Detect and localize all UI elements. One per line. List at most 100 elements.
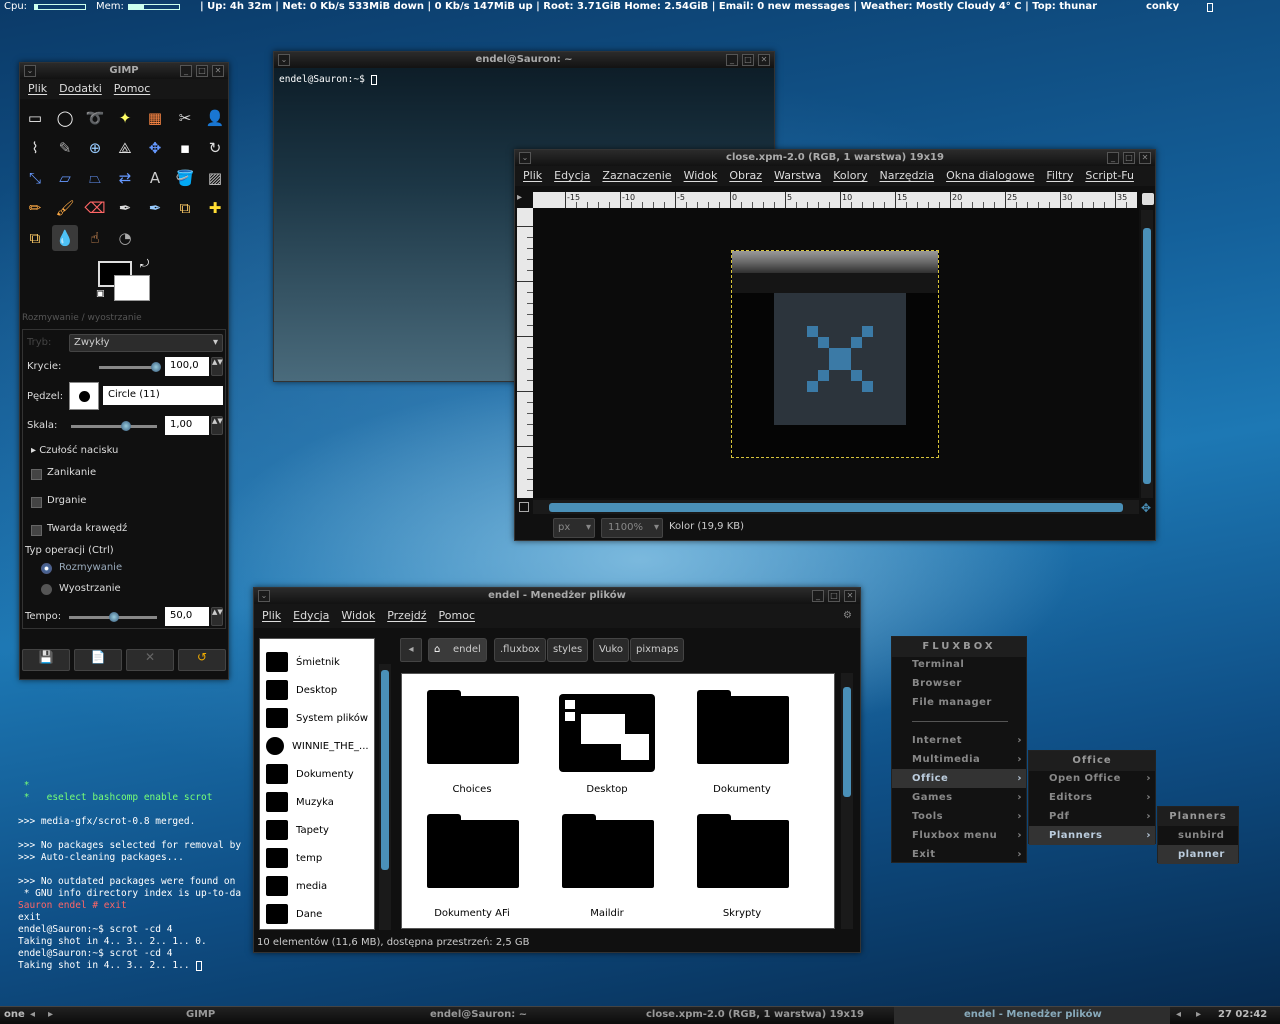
brush-preview[interactable]	[69, 382, 99, 410]
dodge-burn-icon[interactable]: ◔	[112, 225, 138, 251]
smudge-icon[interactable]: ☝	[82, 225, 108, 251]
sidebar-scroll-thumb[interactable]	[381, 670, 389, 870]
sidebar-item[interactable]: Tapety	[266, 817, 374, 843]
fluxbox-menu-item[interactable]: File manager	[892, 693, 1026, 712]
shear-icon[interactable]: ▱	[52, 165, 78, 191]
gimp-toolbox-window[interactable]: ⌄ GIMP _ □ ✕ Plik Dodatki Pomoc ▭ ◯ ➰ ✦ ▦ ✂ 👤 ⌇ ✎ ⊕…	[19, 62, 229, 680]
fluxbox-menu-item[interactable]: Internet ›	[892, 731, 1026, 750]
close-icon[interactable]: ✕	[844, 590, 856, 602]
image-menu-item[interactable]: Okna dialogowe	[946, 169, 1034, 182]
fuzzy-select-icon[interactable]: ✦	[112, 105, 138, 131]
pencil-icon[interactable]: ✏	[22, 195, 48, 221]
fm-menu-item[interactable]: Plik	[262, 609, 281, 622]
perspective-clone-icon[interactable]: ⧉	[22, 225, 48, 251]
crop-icon[interactable]: ▪	[172, 135, 198, 161]
menu-plik[interactable]: Plik	[28, 82, 47, 95]
window-menu-icon[interactable]: ⌄	[24, 65, 36, 77]
restore-options-icon[interactable]: 📄	[74, 649, 122, 671]
jitter-checkbox[interactable]	[31, 497, 42, 508]
rotate-icon[interactable]: ↻	[202, 135, 228, 161]
horizontal-scrollbar[interactable]	[533, 500, 1139, 514]
maximize-icon[interactable]: □	[828, 590, 840, 602]
task-file-manager-active[interactable]: endel - Menedżer plików	[894, 1007, 1170, 1024]
sidebar-scrollbar[interactable]	[379, 664, 391, 930]
fm-menu-item[interactable]: Edycja	[293, 609, 329, 622]
image-menu-item[interactable]: Narzędzia	[879, 169, 934, 182]
breadcrumb-item[interactable]: Vuko	[593, 638, 630, 662]
rect-select-icon[interactable]: ▭	[22, 105, 48, 131]
menu-pomoc[interactable]: Pomoc	[114, 82, 150, 95]
scissors-icon[interactable]: ✂	[172, 105, 198, 131]
text-icon[interactable]: A	[142, 165, 168, 191]
breadcrumb-item[interactable]: styles	[547, 638, 589, 662]
window-menu-icon[interactable]: ⌄	[258, 590, 270, 602]
pressure-expander[interactable]: ▸ Czułość nacisku	[31, 445, 118, 456]
image-menu-item[interactable]: Edycja	[554, 169, 590, 182]
folder-maildir-icon[interactable]	[562, 814, 654, 888]
folder-dokumenty-icon[interactable]	[697, 690, 789, 764]
fluxbox-menu-item[interactable]: Terminal	[892, 655, 1026, 674]
breadcrumb-item[interactable]: .fluxbox	[494, 638, 546, 662]
opacity-input[interactable]: 100,0	[165, 357, 209, 376]
color-picker-icon[interactable]: ✎	[52, 135, 78, 161]
scale-icon[interactable]: ⤡	[22, 165, 48, 191]
office-menu-item[interactable]: Pdf ›	[1029, 807, 1155, 826]
scale-knob[interactable]	[121, 421, 131, 431]
delete-options-icon[interactable]: ✕	[126, 649, 174, 671]
background-color[interactable]	[114, 275, 150, 301]
move-icon[interactable]: ✥	[142, 135, 168, 161]
breadcrumb-back-icon[interactable]: ◂	[400, 638, 422, 662]
image-menu-item[interactable]: Script-Fu	[1085, 169, 1134, 182]
office-menu-item[interactable]: Open Office ›	[1029, 769, 1155, 788]
scale-spin-icon[interactable]: ▲▼	[211, 416, 223, 435]
paths-icon[interactable]: ⌇	[22, 135, 48, 161]
sidebar-item[interactable]: WINNIE_THE_...	[266, 733, 374, 759]
mode-select[interactable]: Zwykły ▾	[69, 334, 223, 352]
save-options-button[interactable]: 💾	[22, 649, 70, 671]
next-workspace-icon[interactable]: ▸	[48, 1009, 53, 1020]
horizontal-ruler[interactable]: -15 -10 -5 0 5 10 15 20 25 30 35	[533, 192, 1137, 208]
image-menu-item[interactable]: Filtry	[1046, 169, 1073, 182]
folder-skrypty-icon[interactable]	[697, 814, 789, 888]
image-canvas[interactable]	[533, 208, 1139, 498]
maximize-icon[interactable]: □	[196, 65, 208, 77]
planners-menu-item[interactable]: planner	[1158, 845, 1238, 864]
file-label[interactable]: Dokumenty AFi	[402, 908, 542, 919]
terminal-titlebar[interactable]: ⌄ endel@Sauron: ~ _ □ ✕	[274, 52, 774, 68]
swap-colors-icon[interactable]: ⤾	[140, 257, 149, 271]
desktop-terminal[interactable]: * * eselect bashcomp enable scrot >>> med…	[18, 780, 258, 972]
zoom-select[interactable]: 1100% ▾	[601, 518, 663, 538]
prev-workspace-icon[interactable]: ◂	[30, 1009, 35, 1020]
file-label[interactable]: Maildir	[537, 908, 677, 919]
image-titlebar[interactable]: ⌄ close.xpm-2.0 (RGB, 1 warstwa) 19x19 _…	[515, 150, 1155, 166]
fluxbox-menu-item[interactable]: Multimedia ›	[892, 750, 1026, 769]
maximize-icon[interactable]: □	[742, 54, 754, 66]
clone-icon[interactable]: ⧉	[172, 195, 198, 221]
horizontal-scroll-thumb[interactable]	[549, 503, 1123, 512]
fluxbox-menu-item[interactable]: Office ›	[892, 769, 1026, 788]
move-canvas-icon[interactable]: ✥	[1141, 501, 1151, 515]
navigate-icon[interactable]	[1142, 193, 1154, 205]
ink-icon[interactable]: ✒	[142, 195, 168, 221]
lasso-icon[interactable]: ➰	[82, 105, 108, 131]
opacity-slider[interactable]	[99, 362, 161, 372]
maximize-icon[interactable]: □	[1123, 152, 1135, 164]
folder-desktop-icon[interactable]	[559, 694, 655, 772]
bucket-fill-icon[interactable]: 🪣	[172, 165, 198, 191]
terminal-output[interactable]: endel@Sauron:~$	[274, 68, 774, 91]
fluxbox-menu-item[interactable]: Exit ›	[892, 845, 1026, 864]
blur-radio[interactable]	[41, 563, 52, 574]
rate-slider[interactable]	[69, 612, 157, 622]
office-menu-item[interactable]: Editors ›	[1029, 788, 1155, 807]
blend-icon[interactable]: ▨	[202, 165, 228, 191]
fluxbox-menu-item[interactable]: Browser	[892, 674, 1026, 693]
paintbrush-icon[interactable]: 🖌	[52, 195, 78, 221]
workspace-name[interactable]: one	[4, 1009, 25, 1020]
toggle-mask-icon[interactable]	[519, 502, 529, 512]
airbrush-icon[interactable]: ✒	[112, 195, 138, 221]
sidebar-item[interactable]: System plików	[266, 705, 374, 731]
fluxbox-menu-item[interactable]: Fluxbox menu ›	[892, 826, 1026, 845]
close-icon[interactable]: ✕	[758, 54, 770, 66]
color-select-icon[interactable]: ▦	[142, 105, 168, 131]
minimize-icon[interactable]: _	[1107, 152, 1119, 164]
